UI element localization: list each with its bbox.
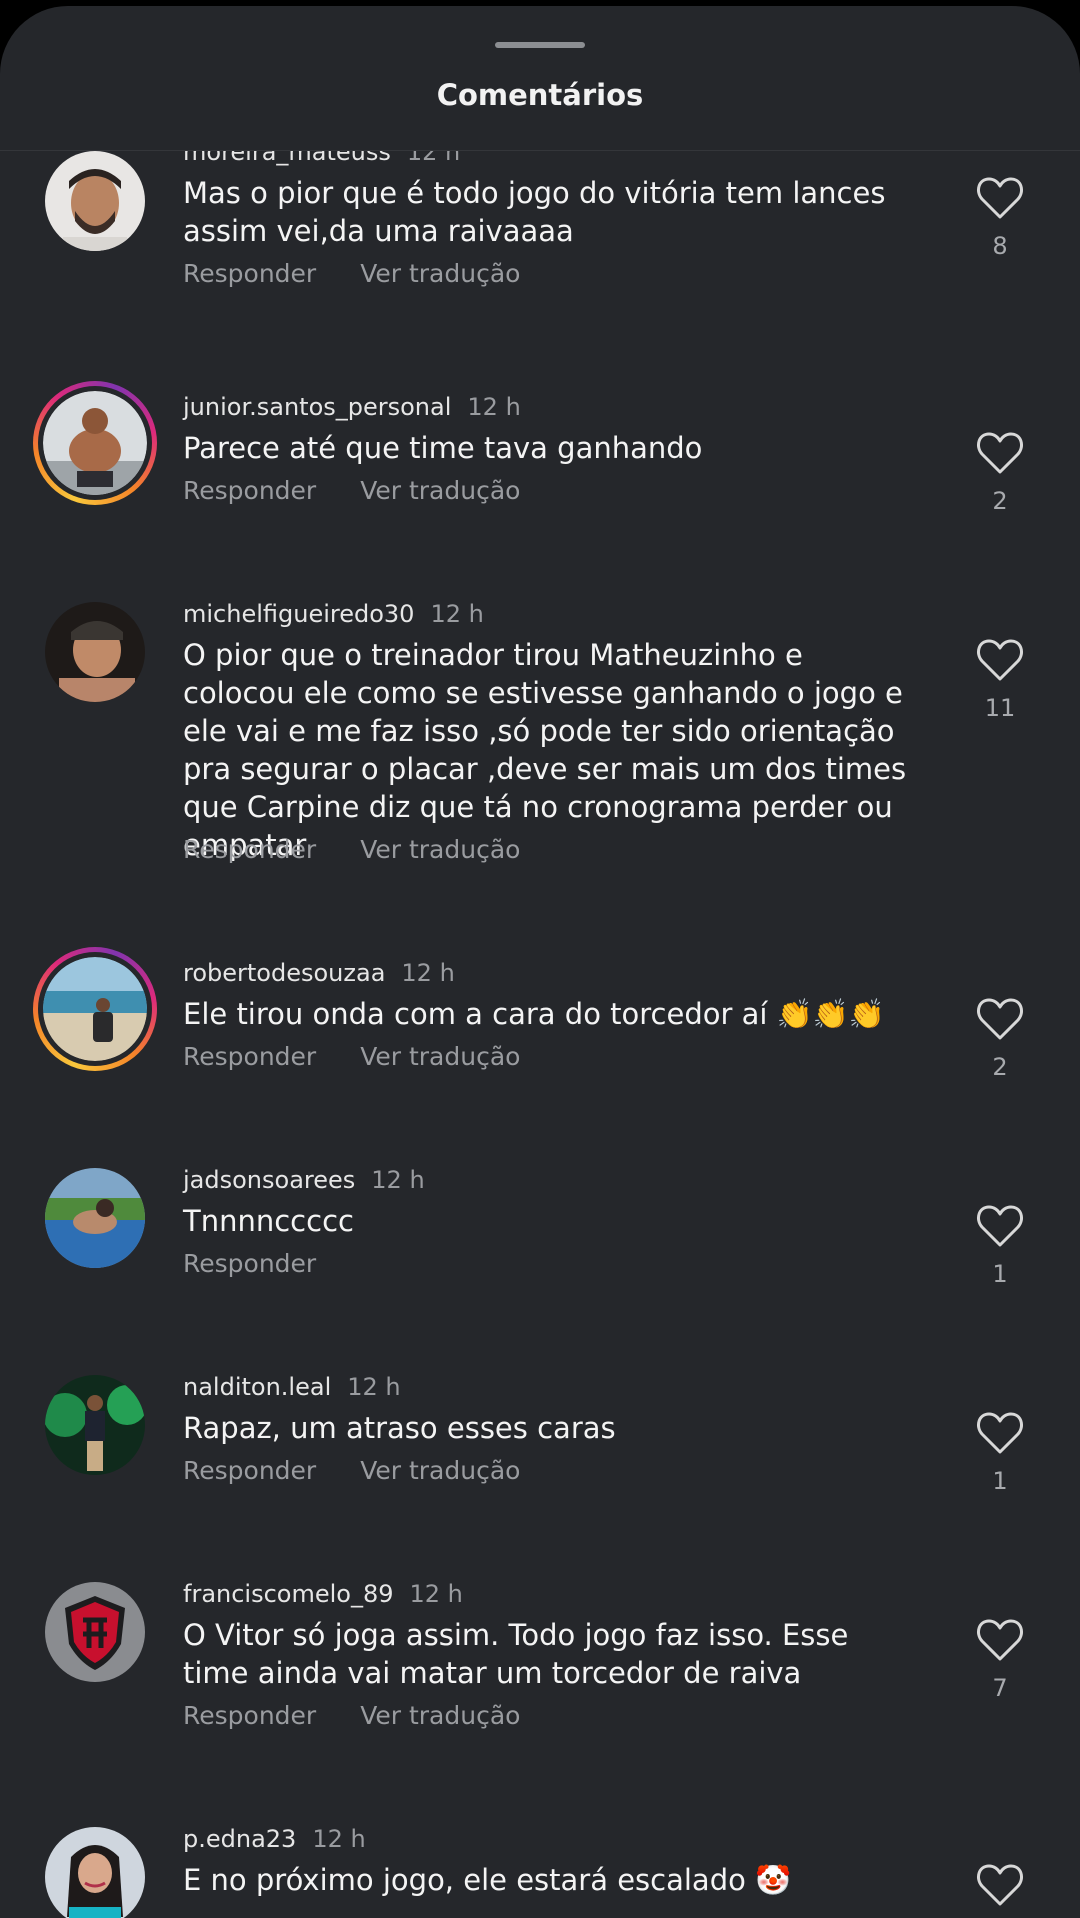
comment-username[interactable]: nalditon.leal bbox=[183, 1373, 331, 1401]
avatar-photo bbox=[45, 1827, 145, 1918]
comment-meta: p.edna23 12 h bbox=[183, 1825, 366, 1853]
heart-icon bbox=[977, 177, 1023, 219]
translate-button[interactable]: Ver tradução bbox=[360, 1042, 520, 1071]
translate-button[interactable]: Ver tradução bbox=[360, 1701, 520, 1730]
like-count: 1 bbox=[992, 1467, 1008, 1495]
reply-button[interactable]: Responder bbox=[183, 259, 316, 288]
comment-meta: junior.santos_personal 12 h bbox=[183, 393, 521, 421]
like-count: 11 bbox=[984, 694, 1016, 722]
like-count: 2 bbox=[992, 487, 1008, 515]
comment-actions: Responder Ver tradução bbox=[183, 1701, 564, 1730]
avatar-photo bbox=[45, 602, 145, 702]
reply-button[interactable]: Responder bbox=[183, 835, 316, 864]
comment-actions: Responder Ver tradução bbox=[183, 1042, 564, 1071]
like-button[interactable] bbox=[974, 1863, 1026, 1918]
comment-text: Parece até que time tava ganhando bbox=[183, 431, 703, 465]
heart-icon bbox=[977, 639, 1023, 681]
comment-meta: robertodesouzaa 12 h bbox=[183, 959, 455, 987]
comment-text: O pior que o treinador tirou Matheuzinho… bbox=[183, 638, 907, 862]
comment-username[interactable]: moreira_mateuss bbox=[183, 151, 391, 166]
club-crest-avatar bbox=[45, 1582, 145, 1682]
avatar-story-ring[interactable] bbox=[33, 381, 157, 505]
heart-icon bbox=[977, 432, 1023, 474]
comment-actions: Responder Ver tradução bbox=[183, 259, 564, 288]
avatar-photo bbox=[45, 1375, 145, 1475]
reply-button[interactable]: Responder bbox=[183, 1042, 316, 1071]
comment-actions: Responder Ver tradução bbox=[183, 476, 564, 505]
like-button[interactable]: 2 bbox=[974, 431, 1026, 521]
avatar[interactable] bbox=[45, 151, 145, 251]
like-button[interactable]: 8 bbox=[974, 176, 1026, 266]
comment-time: 12 h bbox=[409, 1580, 463, 1608]
like-button[interactable]: 2 bbox=[974, 997, 1026, 1087]
avatar[interactable] bbox=[45, 1375, 145, 1475]
avatar[interactable] bbox=[45, 1582, 145, 1682]
comment-username[interactable]: robertodesouzaa bbox=[183, 959, 385, 987]
comment-meta: michelfigueiredo30 12 h bbox=[183, 600, 484, 628]
like-count: 8 bbox=[992, 232, 1008, 260]
comment-text: Ele tirou onda com a cara do torcedor aí… bbox=[183, 997, 886, 1031]
comment-meta: franciscomelo_89 12 h bbox=[183, 1580, 463, 1608]
heart-icon bbox=[977, 1619, 1023, 1661]
comment-time: 12 h bbox=[401, 959, 455, 987]
avatar-photo bbox=[45, 1168, 145, 1268]
comment-username[interactable]: michelfigueiredo30 bbox=[183, 600, 414, 628]
comment-text: E no próximo jogo, ele estará escalado 🤡 bbox=[183, 1863, 792, 1897]
reply-button[interactable]: Responder bbox=[183, 476, 316, 505]
reply-button[interactable]: Responder bbox=[183, 1701, 316, 1730]
heart-icon bbox=[977, 1412, 1023, 1454]
drag-handle[interactable] bbox=[495, 42, 585, 48]
sheet-title: Comentários bbox=[436, 78, 644, 112]
avatar[interactable] bbox=[45, 1168, 145, 1268]
avatar-photo bbox=[45, 151, 145, 251]
comment-time: 12 h bbox=[371, 1166, 425, 1194]
comment-actions: Responder bbox=[183, 1249, 360, 1278]
like-count: 2 bbox=[992, 1053, 1008, 1081]
comment-time: 12 h bbox=[347, 1373, 401, 1401]
like-button[interactable]: 1 bbox=[974, 1204, 1026, 1294]
reply-button[interactable]: Responder bbox=[183, 1456, 316, 1485]
comment-username[interactable]: franciscomelo_89 bbox=[183, 1580, 394, 1608]
heart-icon bbox=[977, 1205, 1023, 1247]
translate-button[interactable]: Ver tradução bbox=[360, 259, 520, 288]
comment-list[interactable]: moreira_mateuss 12 h Mas o pior que é tod… bbox=[0, 151, 1080, 1918]
like-button[interactable]: 1 bbox=[974, 1411, 1026, 1501]
heart-icon bbox=[977, 1864, 1023, 1906]
comment-text: O Vitor só joga assim. Todo jogo faz iss… bbox=[183, 1618, 849, 1690]
heart-icon bbox=[977, 998, 1023, 1040]
translate-button[interactable]: Ver tradução bbox=[360, 835, 520, 864]
comment-time: 12 h bbox=[406, 151, 461, 166]
comment-meta: jadsonsoarees 12 h bbox=[183, 1166, 425, 1194]
comment-username[interactable]: junior.santos_personal bbox=[183, 393, 451, 421]
comment-username[interactable]: p.edna23 bbox=[183, 1825, 296, 1853]
like-button[interactable]: 11 bbox=[974, 638, 1026, 728]
avatar[interactable] bbox=[45, 1827, 145, 1918]
comment-meta: moreira_mateuss 12 h bbox=[183, 151, 460, 166]
comment-text: Rapaz, um atraso esses caras bbox=[183, 1411, 616, 1445]
avatar-story-ring[interactable] bbox=[33, 947, 157, 1071]
comment-time: 12 h bbox=[467, 393, 521, 421]
like-button[interactable]: 7 bbox=[974, 1618, 1026, 1708]
comments-sheet: Comentários moreira_mateuss 12 h Mas o pi… bbox=[0, 6, 1080, 1918]
avatar-photo bbox=[43, 391, 147, 495]
comment-username[interactable]: jadsonsoarees bbox=[183, 1166, 355, 1194]
translate-button[interactable]: Ver tradução bbox=[360, 1456, 520, 1485]
comment-actions: Responder Ver tradução bbox=[183, 1456, 564, 1485]
avatar[interactable] bbox=[45, 602, 145, 702]
reply-button[interactable]: Responder bbox=[183, 1249, 316, 1278]
like-count: 1 bbox=[992, 1260, 1008, 1288]
comment-text: Tnnnnccccc bbox=[183, 1204, 354, 1238]
translate-button[interactable]: Ver tradução bbox=[360, 476, 520, 505]
comment-time: 12 h bbox=[430, 600, 484, 628]
comment-meta: nalditon.leal 12 h bbox=[183, 1373, 401, 1401]
like-count: 7 bbox=[992, 1674, 1008, 1702]
avatar-photo bbox=[43, 957, 147, 1061]
comment-time: 12 h bbox=[312, 1825, 366, 1853]
comment-actions: Responder Ver tradução bbox=[183, 835, 564, 864]
comment-text: Mas o pior que é todo jogo do vitória te… bbox=[183, 176, 886, 248]
